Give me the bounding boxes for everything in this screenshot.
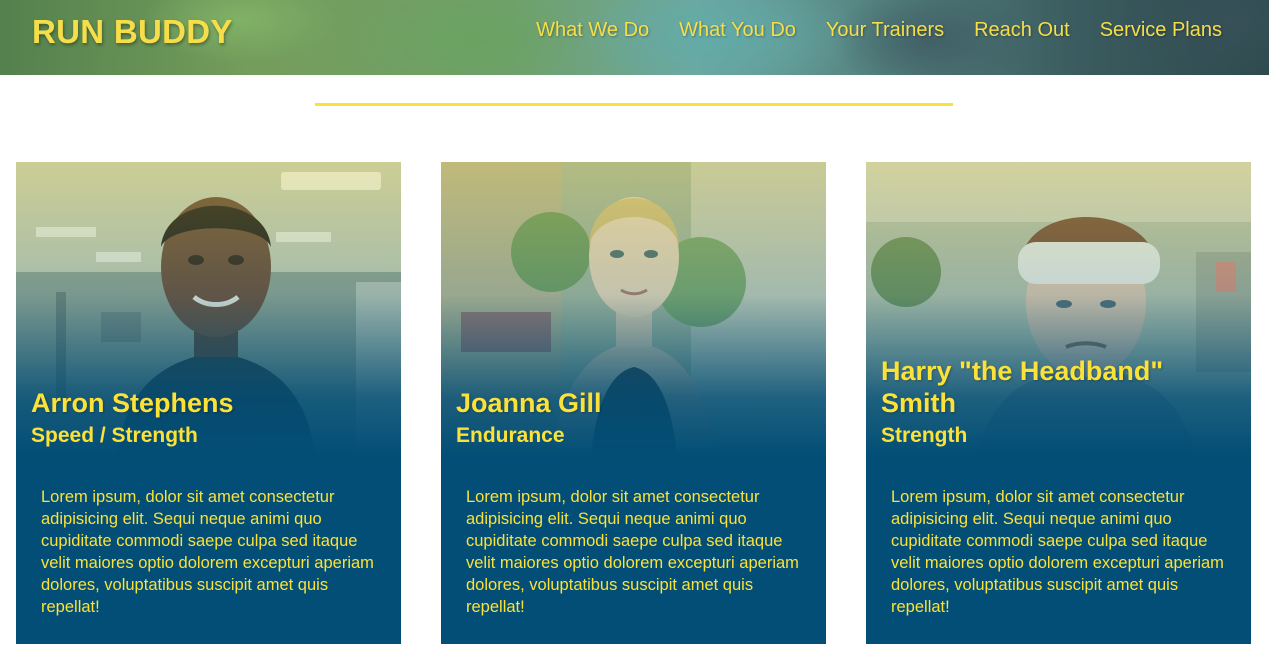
nav-link-service-plans[interactable]: Service Plans	[1100, 19, 1222, 42]
trainer-bio: Lorem ipsum, dolor sit amet consectetur …	[891, 488, 1224, 616]
trainer-bio: Lorem ipsum, dolor sit amet consectetur …	[41, 488, 374, 616]
trainer-name: Joanna Gill	[456, 388, 602, 418]
trainer-card: Arron Stephens Speed / Strength Lorem ip…	[16, 162, 401, 644]
trainer-bio: Lorem ipsum, dolor sit amet consectetur …	[466, 488, 799, 616]
trainer-role: Speed / Strength	[31, 424, 198, 447]
nav-link-your-trainers[interactable]: Your Trainers	[826, 19, 944, 42]
trainer-role: Strength	[881, 424, 968, 447]
brand-logo[interactable]: RUN BUDDY	[32, 13, 233, 51]
nav-link-reach-out[interactable]: Reach Out	[974, 19, 1070, 42]
nav-link-what-we-do[interactable]: What We Do	[536, 19, 649, 42]
trainers-section: Arron Stephens Speed / Strength Lorem ip…	[16, 162, 1251, 644]
trainer-card: Joanna Gill Endurance Lorem ipsum, dolor…	[441, 162, 826, 644]
trainer-name: Arron Stephens	[31, 388, 234, 418]
trainer-header: Arron Stephens Speed / Strength	[31, 387, 386, 449]
trainer-header: Joanna Gill Endurance	[456, 387, 811, 449]
main-nav: What We Do What You Do Your Trainers Rea…	[536, 19, 1222, 42]
trainer-card: Harry "the Headband" Smith Strength Lore…	[866, 162, 1251, 644]
trainer-name: Harry "the Headband" Smith	[881, 356, 1164, 418]
trainer-role: Endurance	[456, 424, 565, 447]
section-divider	[315, 103, 953, 106]
trainer-header: Harry "the Headband" Smith Strength	[881, 355, 1236, 449]
site-header: RUN BUDDY What We Do What You Do Your Tr…	[0, 0, 1269, 75]
nav-link-what-you-do[interactable]: What You Do	[679, 19, 796, 42]
